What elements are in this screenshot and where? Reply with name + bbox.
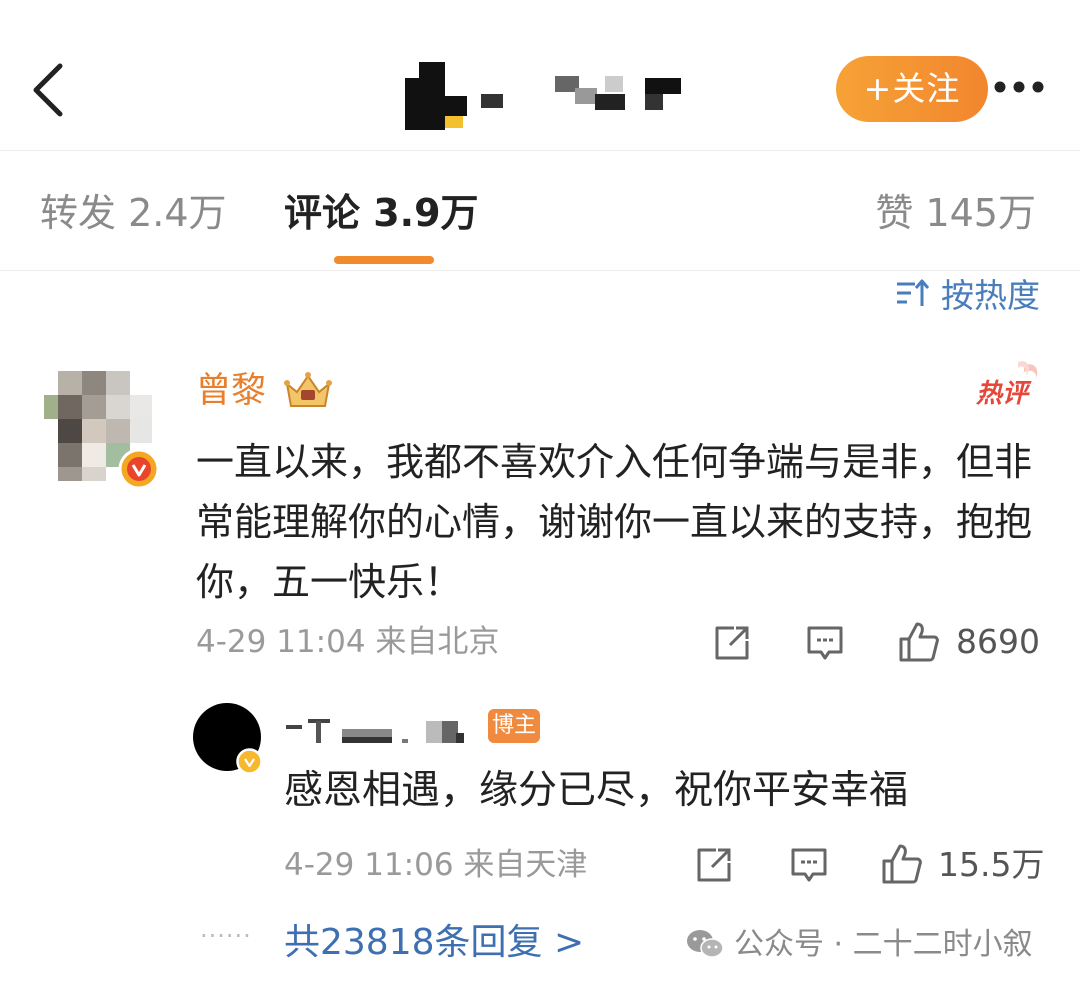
comment-meta: 4-29 11:04 来自北京 <box>196 624 500 660</box>
header-divider <box>0 150 1080 151</box>
hot-comment-label: 热评 <box>975 379 1032 409</box>
view-replies-link[interactable]: 共23818条回复 > <box>284 918 584 968</box>
sort-label: 按热度 <box>941 276 1040 315</box>
like-icon[interactable] <box>880 842 924 886</box>
reply-meta: 4-29 11:06 来自天津 <box>284 847 588 883</box>
tab-repost[interactable]: 转发 2.4万 <box>40 188 227 238</box>
share-icon[interactable] <box>712 623 752 663</box>
comment-icon[interactable] <box>805 623 845 663</box>
sort-button[interactable]: 按热度 <box>895 270 1040 316</box>
reply-like-count: 15.5万 <box>938 845 1045 884</box>
wechat-icon <box>687 930 724 958</box>
verified-icon <box>236 748 263 775</box>
blurred-user-title <box>405 62 681 130</box>
follow-button[interactable]: +关注 <box>836 56 988 122</box>
comment-like-count: 8690 <box>956 622 1040 661</box>
comment-text: 一直以来，我都不喜欢介入任何争端与是非，但非常能理解你的心情，谢谢你一直以来的支… <box>196 440 1033 604</box>
hot-comment-badge: 热评 <box>975 361 1038 409</box>
share-icon[interactable] <box>694 845 734 885</box>
like-icon[interactable] <box>897 620 941 664</box>
active-tab-indicator <box>334 256 434 264</box>
back-icon[interactable] <box>30 62 70 118</box>
tab-like[interactable]: 赞 145万 <box>875 188 1036 238</box>
crown-icon <box>284 372 332 407</box>
verified-icon <box>118 448 160 490</box>
reply-text: 感恩相遇，缘分已尽，祝你平安幸福 <box>284 768 909 813</box>
commenter-name[interactable]: 曾黎 <box>196 366 266 416</box>
blurred-host-name <box>286 719 464 743</box>
watermark-text: 公众号 · 二十二时小叙 <box>734 927 1033 962</box>
tab-comment[interactable]: 评论 3.9万 <box>284 188 479 238</box>
comment-icon[interactable] <box>789 845 829 885</box>
sort-icon <box>897 279 929 306</box>
thread-dots: ······ <box>200 922 252 950</box>
host-badge: 博主 <box>488 709 540 743</box>
more-icon[interactable] <box>993 80 1045 94</box>
